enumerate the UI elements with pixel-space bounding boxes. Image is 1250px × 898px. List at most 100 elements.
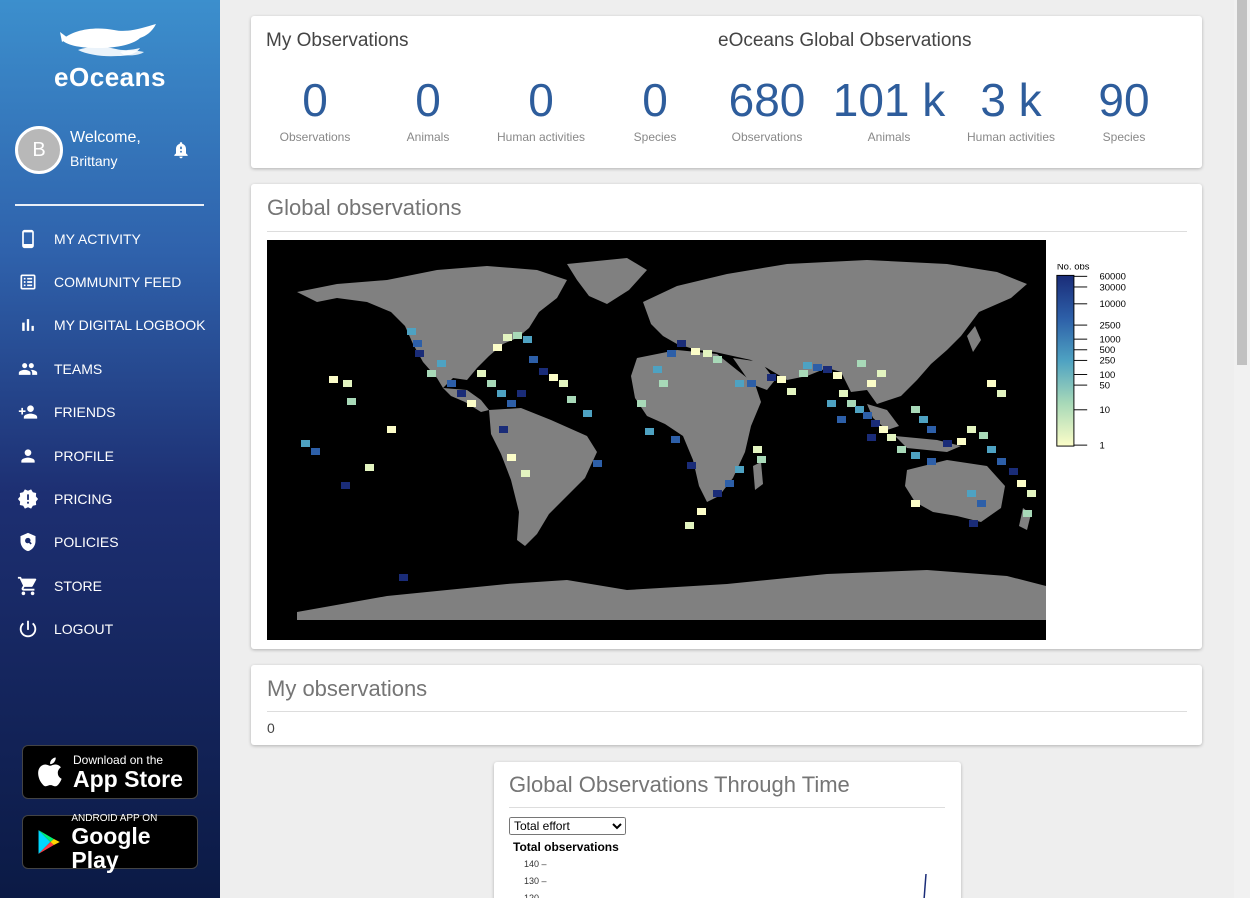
stat-value: 101 k [832,74,946,126]
sidebar-item-label: FRIENDS [54,404,116,421]
observation-cell [813,364,822,371]
global-observations-title: eOceans Global Observations [718,30,972,51]
sidebar: eOceans B Welcome, Brittany MY ACTIVITY … [0,0,220,898]
legend-tick-label: 50 [1100,380,1111,391]
stat-value: 3 k [980,74,1042,126]
observation-cell [341,482,350,489]
welcome-text: Welcome, [70,129,141,146]
scroll-thumb[interactable] [1237,0,1247,365]
observation-cell [311,448,320,455]
sidebar-item-label: STORE [54,577,102,594]
my-stat-animals: 0 Animals [363,74,493,144]
through-time-title: Global Observations Through Time [509,772,850,797]
observation-cell [507,454,516,461]
observation-cell [987,446,996,453]
observation-cell [827,400,836,407]
my-observations-card: My observations 0 [251,665,1202,745]
y-tick-label: 130 – [524,876,547,886]
observation-cell [839,390,848,397]
observation-cell [343,380,352,387]
my-stat-observations: 0 Observations [250,74,380,144]
observation-cell [427,370,436,377]
sidebar-item-policies[interactable]: POLICIES [0,521,220,564]
effort-select[interactable]: Total effort [509,817,626,835]
observation-cell [735,380,744,387]
global-map-title: Global observations [267,195,462,220]
app-store-badge[interactable]: Download on the App Store [22,745,198,799]
avatar[interactable]: B [15,126,63,174]
observation-cell [967,490,976,497]
sidebar-item-community-feed[interactable]: COMMUNITY FEED [0,260,220,303]
my-observations-title: My Observations [266,30,409,51]
my-stat-human-activities: 0 Human activities [476,74,606,144]
observation-cell [957,438,966,445]
observation-cell [467,400,476,407]
through-time-card: Global Observations Through Time Total e… [494,762,961,898]
add-friend-icon [17,401,39,423]
global-stat-human-activities: 3 k Human activities [946,74,1076,144]
observation-cell [703,350,712,357]
legend-tick-label: 100 [1100,370,1116,381]
observation-cell [787,388,796,395]
observation-cell [735,466,744,473]
google-play-badge[interactable]: ANDROID APP ON Google Play [22,813,198,872]
sidebar-item-label: LOGOUT [54,621,114,638]
sidebar-item-label: MY DIGITAL LOGBOOK [54,317,206,334]
sidebar-item-my-activity[interactable]: MY ACTIVITY [0,217,220,260]
feed-icon [17,271,39,293]
stats-card: My Observations eOceans Global Observati… [251,16,1202,168]
world-map-graphic [267,240,1046,640]
sidebar-item-teams[interactable]: TEAMS [0,347,220,390]
eoceans-logo[interactable]: eOceans [0,22,220,93]
main-content: My Observations eOceans Global Observati… [220,0,1250,898]
observation-cell [447,380,456,387]
scrollbar[interactable] [1234,0,1250,898]
user-panel: B Welcome, Brittany [15,126,205,174]
observation-cell [1027,490,1036,497]
observation-cell [645,428,654,435]
observation-cell [697,508,706,515]
sidebar-item-my-digital-logbook[interactable]: MY DIGITAL LOGBOOK [0,304,220,347]
sidebar-item-store[interactable]: STORE [0,564,220,607]
chart-title: Total observations [513,840,619,854]
stat-value: 0 [528,74,554,126]
observation-cell [803,362,812,369]
stat-label: Human activities [966,130,1056,144]
observation-cell [549,374,558,381]
sidebar-item-logout[interactable]: LOGOUT [0,608,220,651]
stat-label: Species [633,130,677,144]
sidebar-nav: MY ACTIVITY COMMUNITY FEED MY DIGITAL LO… [0,217,220,651]
app-store-big-text: App Store [73,766,183,792]
my-stat-species: 0 Species [590,74,720,144]
observation-cell [713,356,722,363]
global-map-card: Global observations No. obs 60000 30000 … [251,184,1202,649]
observation-cell [493,344,502,351]
observation-cell [767,374,776,381]
observation-cell [911,406,920,413]
sidebar-item-profile[interactable]: PROFILE [0,434,220,477]
sidebar-item-pricing[interactable]: PRICING [0,477,220,520]
observation-cell [559,380,568,387]
observation-cell [757,456,766,463]
stat-value: 90 [1098,74,1150,126]
section-divider [267,711,1187,712]
observation-cell [927,458,936,465]
sidebar-item-label: MY ACTIVITY [54,230,141,247]
observation-cell [387,426,396,433]
notification-bell-icon[interactable] [171,140,191,160]
observation-cell [407,328,416,335]
observation-cell [877,370,886,377]
global-stat-animals: 101 k Animals [824,74,954,144]
observation-cell [879,426,888,433]
power-icon [17,618,39,640]
observation-cell [871,420,880,427]
sidebar-item-friends[interactable]: FRIENDS [0,391,220,434]
sidebar-item-label: TEAMS [54,360,103,377]
my-observations-value: 0 [267,720,275,736]
stat-label: Observations [731,130,803,144]
app-name: eOceans [54,62,166,92]
observation-cell [365,464,374,471]
observation-cell [927,426,936,433]
observation-cell [457,390,466,397]
observation-cell [653,366,662,373]
